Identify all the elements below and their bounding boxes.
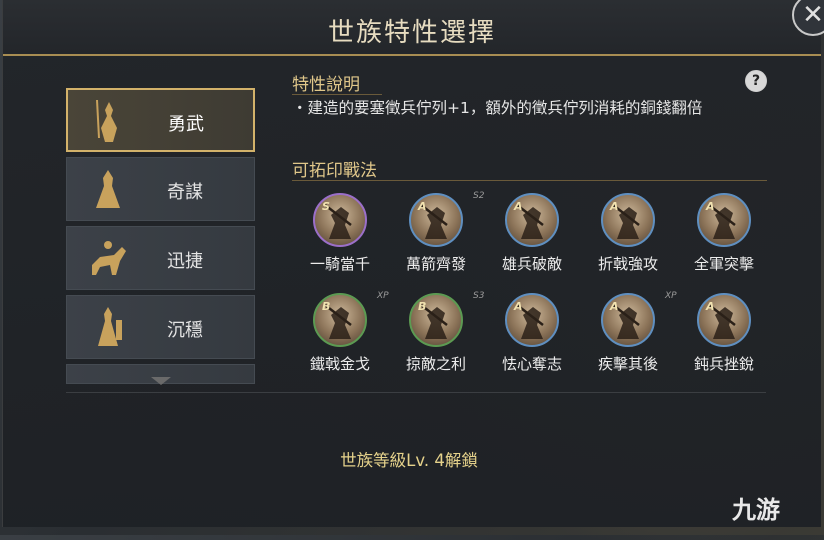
watermark-logo: 九游 <box>732 496 780 524</box>
skill-name: 鈍兵挫銳 <box>693 355 754 373</box>
skill-item[interactable]: A 鈍兵挫銳 <box>676 293 772 374</box>
sidebar-item-label: 奇謀 <box>167 182 203 203</box>
skill-name: 折戟強攻 <box>597 255 658 273</box>
skill-item[interactable]: A 全軍突擊 <box>676 193 772 274</box>
skill-grade: A <box>706 300 715 313</box>
sidebar-item-label: 迅捷 <box>167 251 203 272</box>
skill-item[interactable]: A 折戟強攻 <box>580 193 676 274</box>
skill-grade: S <box>322 200 330 213</box>
skill-icon: A <box>697 193 751 247</box>
skill-icon: A <box>697 293 751 347</box>
skill-icon: A <box>505 193 559 247</box>
skill-tag: XP <box>377 291 389 301</box>
skill-icon: A XP <box>601 291 677 347</box>
dialog-title: 世族特性選擇 <box>327 18 496 48</box>
skill-grade: A <box>610 300 619 313</box>
skill-icon: A <box>505 293 559 347</box>
chevron-down-icon[interactable] <box>151 377 171 385</box>
skill-grade: A <box>418 200 427 213</box>
trait-category-sidebar: 勇武 奇謀 迅捷 沉穩 <box>66 88 255 389</box>
skill-item[interactable]: B S3 掠敵之利 <box>388 291 484 374</box>
section-underline <box>292 180 767 181</box>
cavalry-icon <box>85 235 131 281</box>
skill-grade: B <box>418 300 427 313</box>
skill-icon: S <box>313 193 367 247</box>
skill-name: 一騎當千 <box>309 255 370 273</box>
strategist-icon <box>85 166 131 212</box>
sidebar-item-steady[interactable]: 沉穩 <box>66 295 255 359</box>
unlock-requirement: 世族等級Lv. 4解鎖 <box>340 451 478 470</box>
skill-grade: A <box>706 200 715 213</box>
skill-item[interactable]: A S2 萬箭齊發 <box>388 191 484 274</box>
help-icon[interactable]: ? <box>745 70 767 92</box>
skill-name: 全軍突擊 <box>693 255 754 273</box>
skill-name: 萬箭齊發 <box>405 255 466 273</box>
dialog-header: 世族特性選擇 <box>3 0 821 56</box>
skill-tag: S2 <box>473 191 485 201</box>
divider <box>66 392 766 393</box>
sidebar-item-strategy[interactable]: 奇謀 <box>66 157 255 221</box>
sidebar-item-label: 勇武 <box>168 114 204 135</box>
skill-name: 鐵戟金戈 <box>309 355 370 373</box>
skill-item[interactable]: S 一騎當千 <box>292 193 388 274</box>
skill-name: 掠敵之利 <box>405 355 466 373</box>
skill-icon: A <box>601 193 655 247</box>
sidebar-item-valor[interactable]: 勇武 <box>66 88 255 152</box>
guardian-icon <box>85 304 131 350</box>
skill-grade: B <box>322 300 331 313</box>
skill-grade: A <box>514 300 523 313</box>
sidebar-item-label: 沉穩 <box>167 320 203 341</box>
skill-item[interactable]: B XP 鐵戟金戈 <box>292 291 389 374</box>
warrior-icon <box>86 98 132 144</box>
skill-name: 怯心奪志 <box>501 355 562 373</box>
skill-tag: XP <box>665 291 677 301</box>
skill-icon: B XP <box>313 291 389 347</box>
skill-grade: A <box>514 200 523 213</box>
sidebar-item-swift[interactable]: 迅捷 <box>66 226 255 290</box>
skill-item[interactable]: A 怯心奪志 <box>484 293 580 374</box>
skill-item[interactable]: A 雄兵破敵 <box>484 193 580 274</box>
skill-icon: B S3 <box>409 291 484 347</box>
skill-name: 疾擊其後 <box>597 355 658 373</box>
skill-icon: A S2 <box>409 191 484 247</box>
skill-item[interactable]: A XP 疾擊其後 <box>580 291 677 374</box>
trait-description: ・建造的要塞徵兵佇列+1，額外的徵兵佇列消耗的銅錢翻倍 <box>292 99 703 117</box>
skills-section-title: 可拓印戰法 <box>292 161 377 181</box>
skill-grade: A <box>610 200 619 213</box>
section-underline <box>292 94 382 95</box>
trait-section-title: 特性說明 <box>292 75 360 95</box>
skill-tag: S3 <box>473 291 485 301</box>
skill-name: 雄兵破敵 <box>501 255 562 273</box>
